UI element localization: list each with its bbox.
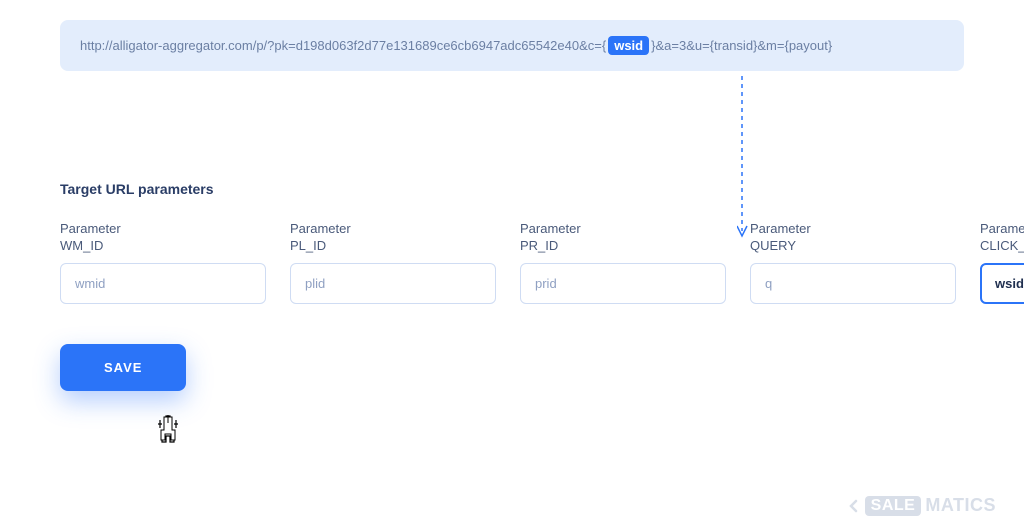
logo-badge: SALE — [865, 496, 922, 516]
url-pre: http://alligator-aggregator.com/p/?pk=d1… — [80, 38, 606, 53]
logo-rest: MATICS — [925, 495, 996, 516]
param-input-click-id[interactable] — [980, 263, 1024, 304]
param-pl-id: Parameter PL_ID — [290, 221, 496, 304]
param-query: Parameter QUERY — [750, 221, 956, 304]
param-click-id: Parameter CLICK_ID — [980, 221, 1024, 304]
param-label: Parameter WM_ID — [60, 221, 266, 255]
param-label: Parameter PL_ID — [290, 221, 496, 255]
param-label: Parameter CLICK_ID — [980, 221, 1024, 255]
save-button[interactable]: SAVE — [60, 344, 186, 391]
section-title: Target URL parameters — [60, 181, 964, 197]
url-chip-wsid: wsid — [608, 36, 649, 55]
cursor-icon — [156, 414, 184, 446]
param-input-wm-id[interactable] — [60, 263, 266, 304]
param-input-pl-id[interactable] — [290, 263, 496, 304]
brand-logo: SALEMATICS — [847, 495, 996, 516]
params-row: Parameter WM_ID Parameter PL_ID Paramete… — [60, 221, 964, 304]
chevron-left-icon — [847, 499, 861, 513]
param-label: Parameter QUERY — [750, 221, 956, 255]
url-post: }&a=3&u={transid}&m={payout} — [651, 38, 832, 53]
param-label: Parameter PR_ID — [520, 221, 726, 255]
param-wm-id: Parameter WM_ID — [60, 221, 266, 304]
param-input-query[interactable] — [750, 263, 956, 304]
param-pr-id: Parameter PR_ID — [520, 221, 726, 304]
url-bar: http://alligator-aggregator.com/p/?pk=d1… — [60, 20, 964, 71]
param-input-pr-id[interactable] — [520, 263, 726, 304]
